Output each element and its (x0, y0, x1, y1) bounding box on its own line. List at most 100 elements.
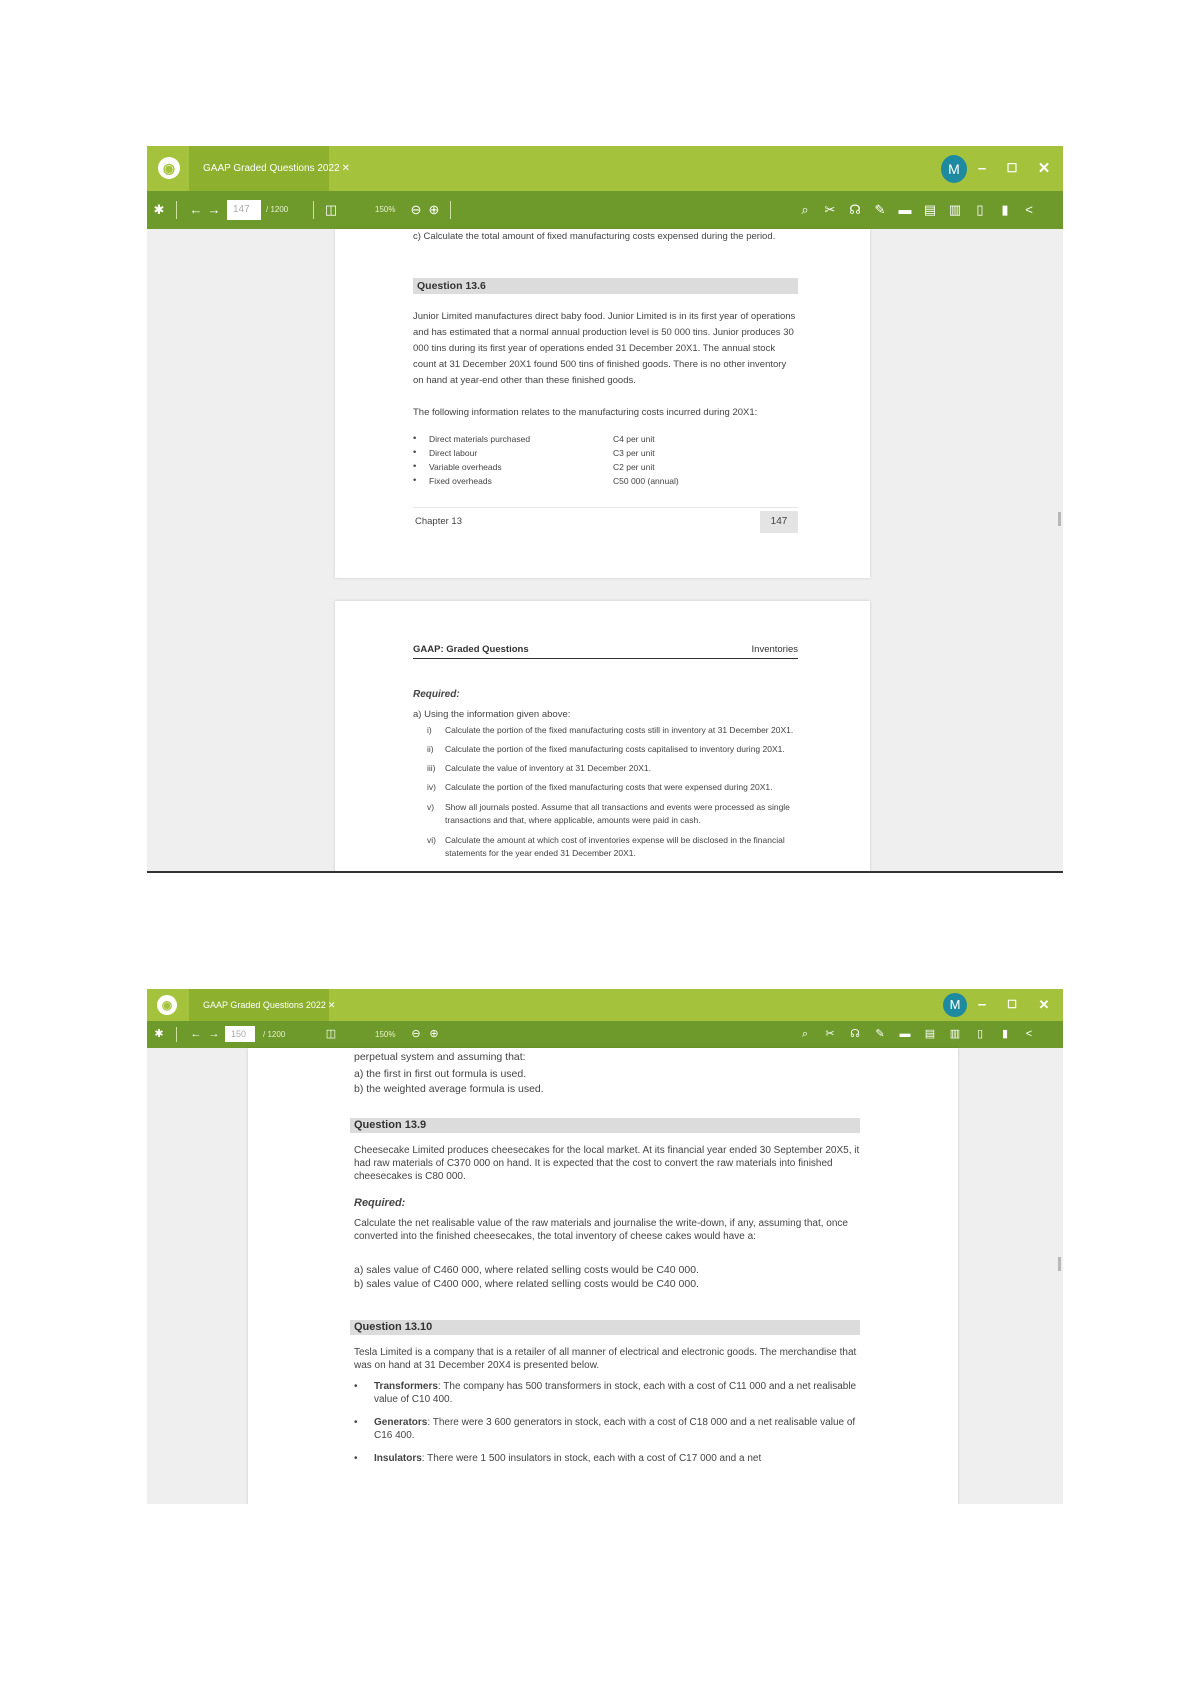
list-item: iv) Calculate the portion of the fixed ma… (427, 782, 799, 801)
paragraph: The following information relates to the… (413, 407, 758, 418)
read-aloud-icon[interactable]: ☊ (847, 1021, 863, 1048)
minimize-icon[interactable]: – (971, 146, 993, 191)
back-arrow-icon[interactable]: ← (189, 191, 203, 229)
bookmark-icon[interactable]: ▮ (997, 1021, 1013, 1048)
item-title: Transformers (374, 1381, 438, 1392)
zoom-level[interactable]: 150% (375, 191, 405, 229)
list-item: • Fixed overheads C50 000 (annual) (413, 474, 798, 488)
zoom-out-icon[interactable]: ⊖ (409, 191, 423, 229)
maximize-icon[interactable]: ☐ (1001, 146, 1023, 191)
comment-icon[interactable]: ▬ (897, 191, 913, 229)
item-number: v) (427, 802, 435, 812)
tab-close-icon[interactable]: ✕ (342, 163, 350, 174)
item-text: Calculate the portion of the fixed manuf… (445, 725, 794, 735)
notes-icon[interactable]: ▥ (947, 1021, 963, 1048)
document-icon[interactable]: ▤ (922, 1021, 938, 1048)
list-item: ii) Calculate the portion of the fixed ma… (427, 744, 799, 763)
app-logo-icon[interactable]: ◉ (158, 157, 180, 179)
list-item: • Generators: There were 3 600 generator… (354, 1417, 856, 1441)
item-number: ii) (427, 744, 434, 754)
pen-icon[interactable]: ✎ (872, 191, 888, 229)
read-aloud-icon[interactable]: ☊ (847, 191, 863, 229)
settings-icon[interactable]: ✱ (151, 191, 167, 229)
list-item: v) Show all journals posted. Assume that … (427, 801, 799, 834)
search-icon[interactable]: ⌕ (797, 191, 813, 229)
zoom-in-icon[interactable]: ⊕ (427, 191, 441, 229)
running-header-right: Inventories (751, 644, 798, 655)
zoom-in-icon[interactable]: ⊕ (427, 1021, 441, 1048)
page-number-input[interactable]: 150 (225, 1026, 255, 1042)
scrollbar-thumb[interactable] (1058, 512, 1061, 526)
avatar[interactable]: M (941, 155, 967, 183)
pen-icon[interactable]: ✎ (872, 1021, 888, 1048)
tab-close-icon[interactable]: ✕ (328, 1000, 336, 1010)
reader-window-1: ◉ GAAP Graded Questions 2022 ✕ M – ☐ ✕ ✱ … (147, 146, 1063, 873)
title-bar: ◉ GAAP Graded Questions 2022 ✕ M – ☐ ✕ (147, 989, 1063, 1021)
required-list: i) Calculate the portion of the fixed man… (427, 725, 799, 867)
close-icon[interactable]: ✕ (1033, 146, 1055, 191)
search-icon[interactable]: ⌕ (797, 1021, 813, 1048)
maximize-icon[interactable]: ☐ (1001, 989, 1023, 1021)
document-page: GAAP: Graded Questions Inventories Requi… (335, 601, 870, 871)
item-text: Calculate the portion of the fixed manuf… (445, 744, 785, 754)
avatar[interactable]: M (943, 993, 967, 1017)
share-icon[interactable]: < (1021, 191, 1037, 229)
settings-icon[interactable]: ✱ (151, 1021, 167, 1048)
paragraph: Tesla Limited is a company that is a ret… (354, 1347, 857, 1371)
list-item: iii) Calculate the value of inventory at … (427, 763, 799, 782)
app-logo-icon[interactable]: ◉ (157, 995, 177, 1015)
close-icon[interactable]: ✕ (1033, 989, 1055, 1021)
zoom-level[interactable]: 150% (375, 1021, 405, 1048)
required-a: a) Using the information given above: (413, 709, 571, 720)
tab-title: GAAP Graded Questions 2022 (203, 1000, 326, 1010)
bookmark-outline-icon[interactable]: ▯ (972, 1021, 988, 1048)
forward-arrow-icon[interactable]: → (207, 1021, 221, 1048)
item-text: Calculate the value of inventory at 31 D… (445, 763, 652, 773)
forward-arrow-icon[interactable]: → (207, 191, 221, 229)
item-text: Show all journals posted. Assume that al… (445, 802, 790, 825)
page-number-badge: 147 (760, 511, 798, 533)
back-arrow-icon[interactable]: ← (189, 1021, 203, 1048)
cost-list: • Direct materials purchased C4 per unit •… (413, 432, 798, 488)
list-item: • Transformers: The company has 500 tran… (354, 1381, 857, 1405)
minimize-icon[interactable]: – (971, 989, 993, 1021)
text-line: perpetual system and assuming that: (354, 1051, 526, 1063)
required-b: b) sales value of C400 000, where relate… (354, 1278, 699, 1290)
item-text: : The company has 500 transformers in st… (374, 1381, 857, 1405)
divider (313, 201, 314, 219)
question-heading: Question 13.10 (350, 1320, 860, 1335)
zoom-out-icon[interactable]: ⊖ (409, 1021, 423, 1048)
list-item: vi) Calculate the amount at which cost of… (427, 834, 799, 867)
question-heading: Question 13.6 (413, 278, 798, 294)
item-text: Calculate the amount at which cost of in… (445, 835, 785, 858)
question-heading: Question 13.9 (350, 1118, 860, 1133)
document-tab[interactable]: GAAP Graded Questions 2022 ✕ (189, 146, 350, 191)
sidebar-icon[interactable]: ◫ (323, 1021, 339, 1048)
scissors-icon[interactable]: ✂ (822, 191, 838, 229)
divider (176, 1027, 177, 1042)
divider (176, 201, 177, 219)
comment-icon[interactable]: ▬ (897, 1021, 913, 1048)
toolbar: ✱ ← → 150 / 1200 ◫ 150% ⊖ ⊕ ⌕ ✂ ☊ ✎ ▬ ▤ … (147, 1021, 1063, 1048)
bookmark-icon[interactable]: ▮ (997, 191, 1013, 229)
item-text: : There were 3 600 generators in stock, … (374, 1417, 856, 1441)
document-tab[interactable]: GAAP Graded Questions 2022 ✕ (189, 989, 335, 1021)
list-item: • Direct labour C3 per unit (413, 446, 798, 460)
required-a: a) sales value of C460 000, where relate… (354, 1264, 699, 1276)
document-icon[interactable]: ▤ (922, 191, 938, 229)
required-label: Required: (413, 689, 460, 700)
page-number-input[interactable]: 147 (227, 200, 261, 220)
list-item: • Insulators: There were 1 500 insulator… (354, 1453, 762, 1464)
running-header-left: GAAP: Graded Questions (413, 644, 529, 655)
page-total: / 1200 (263, 1030, 286, 1039)
share-icon[interactable]: < (1021, 1021, 1037, 1048)
sidebar-icon[interactable]: ◫ (323, 191, 339, 229)
option-b: b) the weighted average formula is used. (354, 1083, 544, 1095)
bookmark-outline-icon[interactable]: ▯ (972, 191, 988, 229)
paragraph: Junior Limited manufactures direct baby … (413, 311, 796, 386)
scissors-icon[interactable]: ✂ (822, 1021, 838, 1048)
scrollbar-thumb[interactable] (1058, 1257, 1061, 1271)
notes-icon[interactable]: ▥ (947, 191, 963, 229)
list-item: • Direct materials purchased C4 per unit (413, 432, 798, 446)
toolbar: ✱ ← → 147 / 1200 ◫ 150% ⊖ ⊕ ⌕ ✂ ☊ ✎ ▬ ▤ … (147, 191, 1063, 229)
